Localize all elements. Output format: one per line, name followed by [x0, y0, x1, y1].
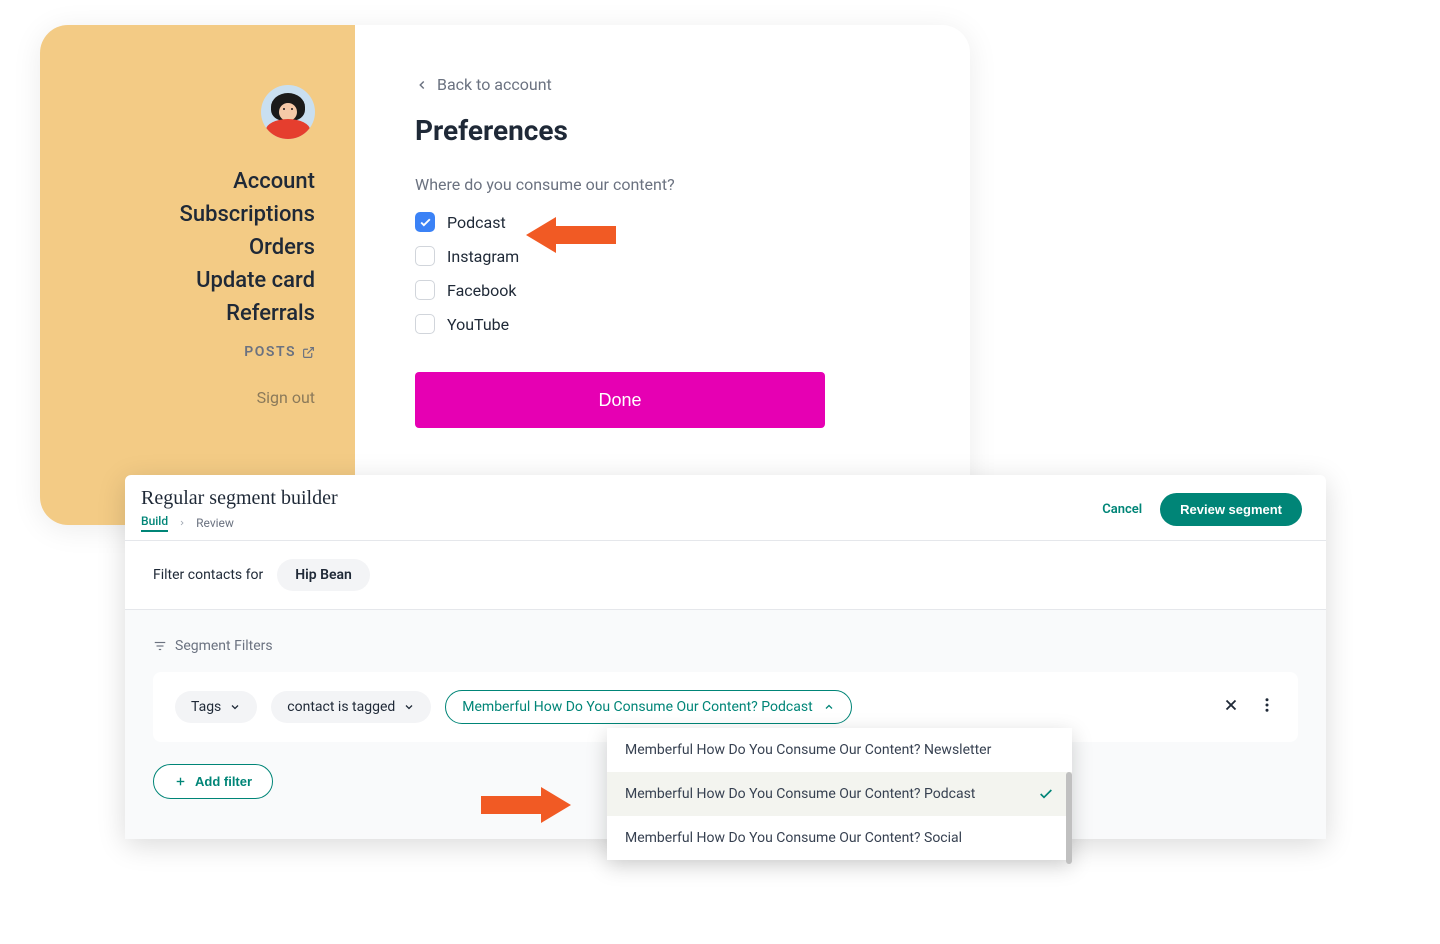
nav-posts-label: POSTS — [244, 344, 296, 360]
preferences-card: Account Subscriptions Orders Update card… — [40, 25, 970, 525]
segment-filters-label: Segment Filters — [153, 638, 1298, 654]
breadcrumb-build[interactable]: Build — [141, 514, 168, 532]
segment-builder: Regular segment builder Build Review Can… — [125, 475, 1326, 839]
page-title: Preferences — [415, 114, 910, 147]
segment-title: Regular segment builder — [141, 487, 338, 510]
option-facebook-label: Facebook — [447, 281, 516, 300]
more-options-button[interactable] — [1258, 696, 1276, 718]
chevron-up-icon — [823, 701, 835, 713]
option-instagram-label: Instagram — [447, 247, 519, 266]
breadcrumb: Build Review — [141, 514, 338, 532]
review-segment-button[interactable]: Review segment — [1160, 493, 1302, 526]
audience-pill[interactable]: Hip Bean — [277, 559, 370, 591]
add-filter-button[interactable]: Add filter — [153, 764, 273, 799]
remove-filter-button[interactable] — [1222, 696, 1240, 718]
segment-body: Segment Filters Tags contact is tagged M… — [125, 610, 1326, 839]
checkbox-facebook[interactable] — [415, 280, 435, 300]
chevron-down-icon — [403, 701, 415, 713]
tags-chip[interactable]: Tags — [175, 691, 257, 723]
nav-account[interactable]: Account — [233, 169, 315, 194]
check-icon — [1038, 786, 1054, 802]
option-podcast-label: Podcast — [447, 213, 506, 232]
segment-header: Regular segment builder Build Review Can… — [125, 475, 1326, 541]
scrollbar[interactable] — [1066, 772, 1072, 864]
chevron-right-icon — [178, 519, 186, 527]
filter-bar: Filter contacts for Hip Bean — [125, 541, 1326, 610]
plus-icon — [174, 775, 187, 788]
avatar[interactable] — [261, 85, 315, 139]
back-link[interactable]: Back to account — [415, 75, 910, 94]
chevron-down-icon — [229, 701, 241, 713]
annotation-arrow-dropdown — [481, 780, 577, 830]
filter-icon — [153, 639, 167, 653]
cancel-link[interactable]: Cancel — [1102, 502, 1142, 517]
value-chip[interactable]: Memberful How Do You Consume Our Content… — [445, 690, 851, 724]
close-icon — [1222, 696, 1240, 714]
signout-link[interactable]: Sign out — [257, 388, 315, 407]
dropdown-option-podcast[interactable]: Memberful How Do You Consume Our Content… — [607, 772, 1072, 816]
external-link-icon — [302, 346, 315, 359]
annotation-arrow-podcast — [520, 210, 616, 260]
filter-row: Tags contact is tagged Memberful How Do … — [153, 672, 1298, 742]
value-dropdown: Memberful How Do You Consume Our Content… — [607, 728, 1072, 860]
nav-posts[interactable]: POSTS — [244, 344, 315, 360]
filter-for-label: Filter contacts for — [153, 567, 263, 583]
question-text: Where do you consume our content? — [415, 175, 910, 194]
option-instagram: Instagram — [415, 246, 910, 266]
dropdown-option-social[interactable]: Memberful How Do You Consume Our Content… — [607, 816, 1072, 860]
option-facebook: Facebook — [415, 280, 910, 300]
nav-update-card[interactable]: Update card — [196, 268, 315, 293]
checkbox-podcast[interactable] — [415, 212, 435, 232]
condition-chip[interactable]: contact is tagged — [271, 691, 431, 723]
breadcrumb-review[interactable]: Review — [196, 516, 234, 530]
dropdown-option-newsletter[interactable]: Memberful How Do You Consume Our Content… — [607, 728, 1072, 772]
main-content: Back to account Preferences Where do you… — [355, 25, 970, 525]
option-youtube-label: YouTube — [447, 315, 509, 334]
option-podcast: Podcast — [415, 212, 910, 232]
sidebar: Account Subscriptions Orders Update card… — [40, 25, 355, 525]
back-link-label: Back to account — [437, 75, 552, 94]
nav-subscriptions[interactable]: Subscriptions — [180, 202, 315, 227]
done-button[interactable]: Done — [415, 372, 825, 428]
dots-vertical-icon — [1258, 696, 1276, 714]
option-youtube: YouTube — [415, 314, 910, 334]
checkbox-youtube[interactable] — [415, 314, 435, 334]
checkbox-instagram[interactable] — [415, 246, 435, 266]
chevron-left-icon — [415, 78, 429, 92]
nav-referrals[interactable]: Referrals — [226, 301, 315, 326]
nav-orders[interactable]: Orders — [249, 235, 315, 260]
nav-items: Account Subscriptions Orders Update card… — [180, 169, 315, 407]
